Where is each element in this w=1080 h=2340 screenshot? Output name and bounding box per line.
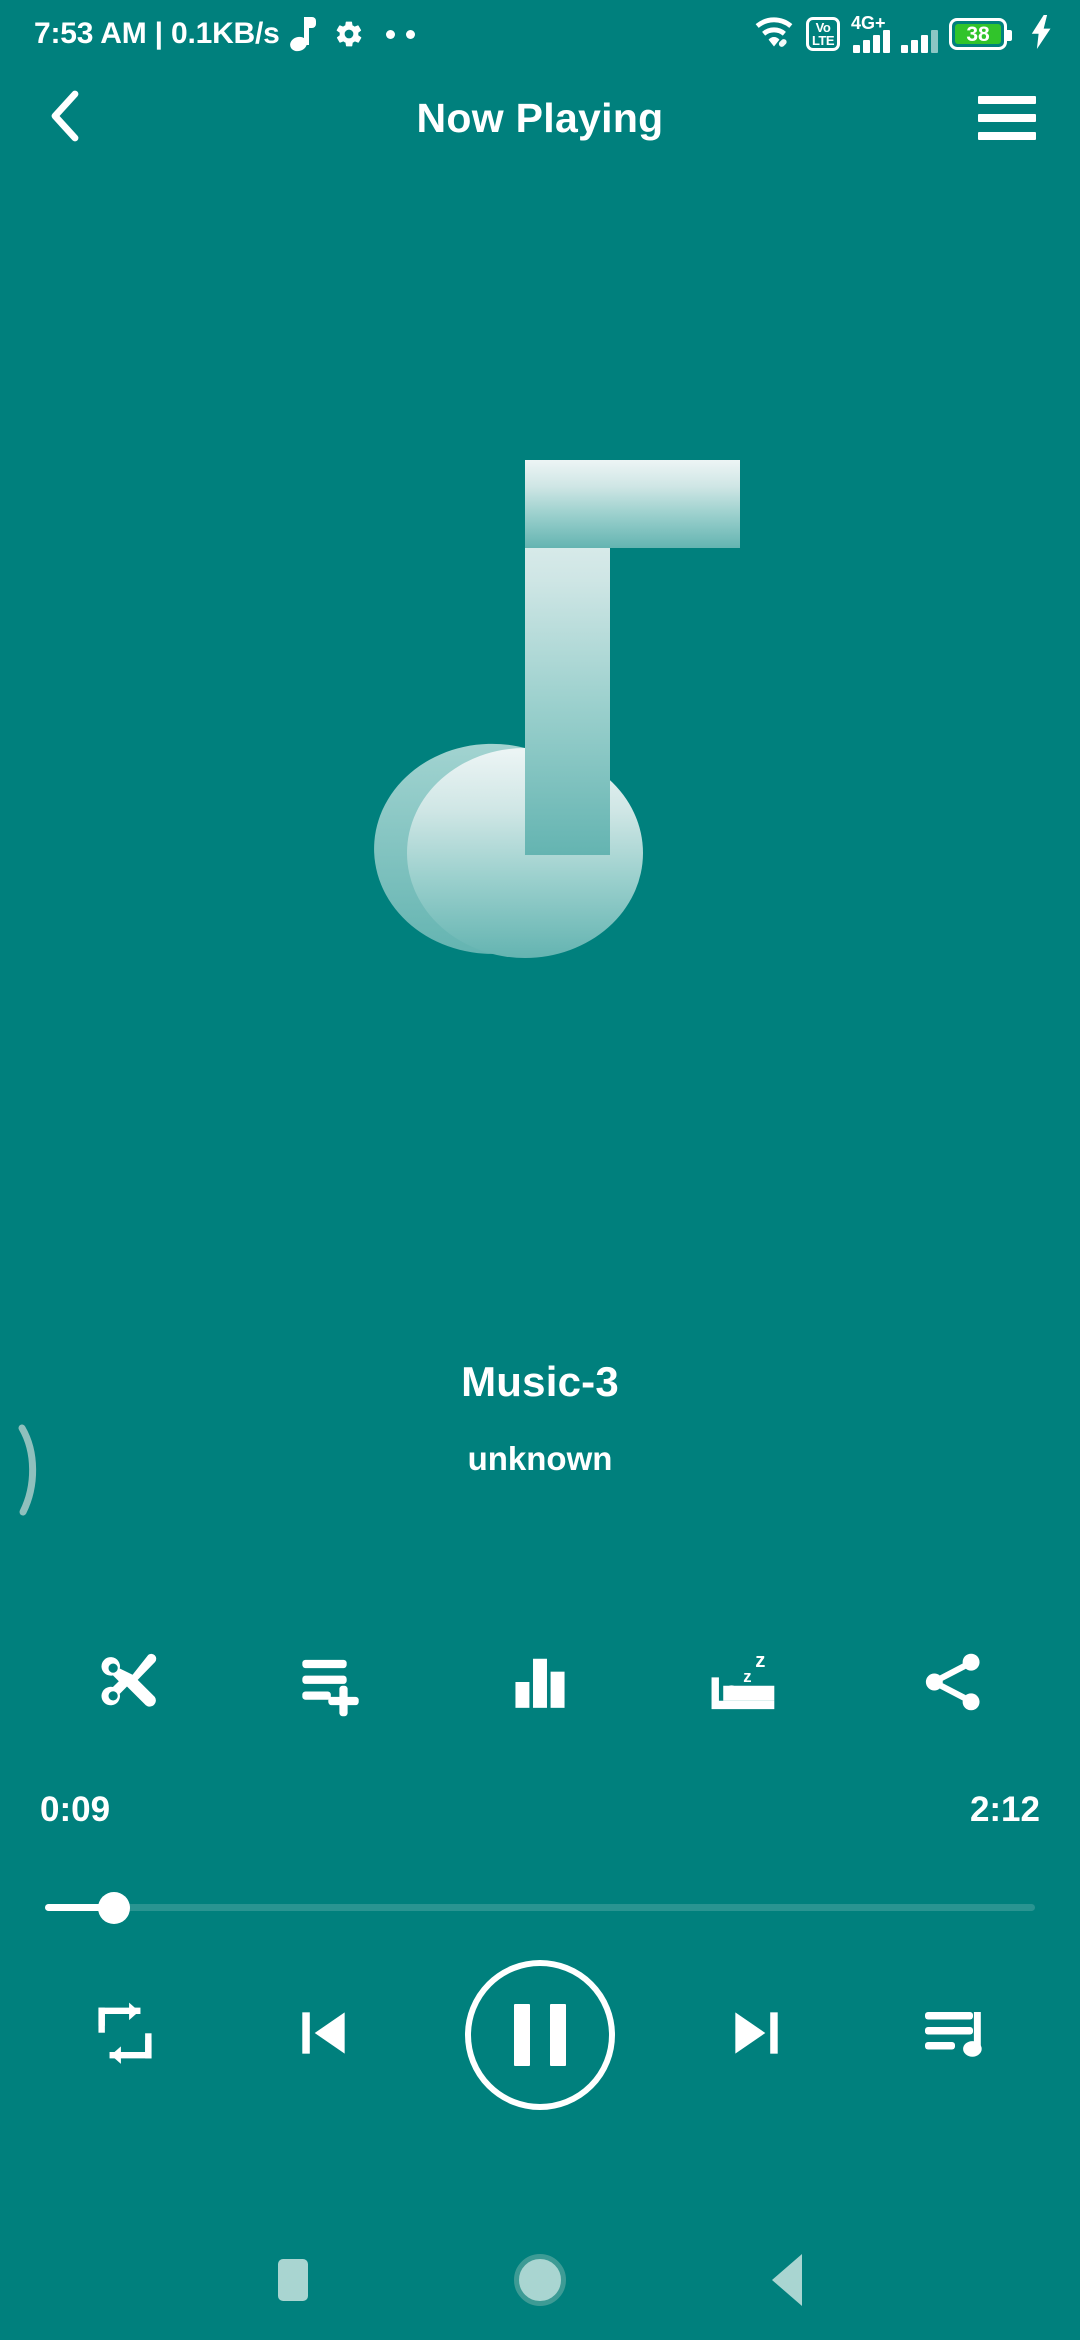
home-circle-icon bbox=[513, 2254, 566, 2306]
hamburger-menu-icon[interactable] bbox=[970, 81, 1044, 155]
time-row: 0:09 2:12 bbox=[0, 1790, 1080, 1830]
recents-square-icon bbox=[278, 2259, 309, 2301]
app-bar: Now Playing bbox=[0, 68, 1080, 168]
music-note-artwork-icon bbox=[340, 460, 740, 1000]
action-row: z z bbox=[0, 1628, 1080, 1740]
add-to-playlist-button[interactable] bbox=[278, 1628, 390, 1740]
status-bar-left: 7:53 AM | 0.1KB/s bbox=[34, 17, 415, 54]
sleep-timer-bed-icon: z z bbox=[706, 1642, 786, 1727]
track-info: Music-3 unknown bbox=[0, 1358, 1080, 1478]
skip-previous-icon bbox=[293, 2002, 355, 2069]
track-artist: unknown bbox=[467, 1440, 613, 1477]
queue-button[interactable] bbox=[897, 1977, 1013, 2093]
share-button[interactable] bbox=[897, 1628, 1009, 1740]
battery-icon: 38 bbox=[949, 18, 1012, 50]
seek-track bbox=[45, 1904, 1035, 1911]
page-title: Now Playing bbox=[416, 94, 664, 141]
svg-text:z: z bbox=[744, 1667, 752, 1686]
signal-bars-icon: 4G+ bbox=[851, 13, 890, 53]
playlist-queue-music-icon bbox=[919, 1997, 991, 2074]
home-button[interactable] bbox=[492, 2232, 588, 2328]
volte-icon: Vo LTE bbox=[806, 17, 840, 51]
back-triangle-icon bbox=[771, 2254, 802, 2306]
system-back-button[interactable] bbox=[739, 2232, 835, 2328]
back-button[interactable] bbox=[30, 81, 104, 155]
album-artwork[interactable] bbox=[0, 180, 1080, 1280]
total-duration-label: 2:12 bbox=[969, 1790, 1040, 1829]
playlist-add-icon bbox=[296, 1644, 372, 1725]
chevron-left-icon bbox=[47, 88, 87, 149]
network-type-label: 4G+ bbox=[851, 13, 886, 33]
play-pause-button[interactable] bbox=[464, 1960, 615, 2110]
battery-level-label: 38 bbox=[955, 24, 1001, 45]
signal-bars-icon-2 bbox=[901, 15, 938, 53]
music-note-icon bbox=[287, 17, 316, 54]
equalizer-button[interactable] bbox=[484, 1628, 596, 1740]
svg-text:z: z bbox=[756, 1650, 766, 1672]
playback-controls bbox=[0, 1960, 1080, 2110]
seek-thumb[interactable] bbox=[98, 1892, 131, 1924]
track-title: Music-3 bbox=[461, 1358, 619, 1405]
charging-bolt-icon bbox=[1030, 14, 1054, 54]
wifi-icon bbox=[753, 15, 795, 54]
next-button[interactable] bbox=[698, 1977, 814, 2093]
seek-bar[interactable] bbox=[45, 1878, 1035, 1938]
two-dots-icon bbox=[385, 29, 415, 39]
status-bar-right: Vo LTE 4G+ 38 bbox=[753, 13, 1054, 54]
previous-button[interactable] bbox=[266, 1977, 382, 2093]
gear-icon bbox=[334, 19, 364, 49]
cut-ringtone-button[interactable] bbox=[71, 1628, 183, 1740]
status-bar: 7:53 AM | 0.1KB/s Vo LTE 4G+ 38 bbox=[0, 0, 1080, 68]
repeat-button[interactable] bbox=[67, 1977, 183, 2093]
elapsed-time-label: 0:09 bbox=[40, 1790, 111, 1829]
android-nav-bar bbox=[0, 2220, 1080, 2340]
scissors-icon bbox=[90, 1645, 164, 1724]
skip-next-icon bbox=[725, 2002, 787, 2069]
repeat-icon bbox=[90, 1998, 160, 2073]
now-playing-screen: 7:53 AM | 0.1KB/s Vo LTE 4G+ 38 Now Play… bbox=[0, 0, 1080, 2340]
status-clock-and-datarate: 7:53 AM | 0.1KB/s bbox=[34, 17, 280, 50]
pause-icon bbox=[513, 2004, 566, 2066]
recents-button[interactable] bbox=[245, 2232, 341, 2328]
share-icon bbox=[918, 1647, 988, 1722]
sleep-timer-button[interactable]: z z bbox=[690, 1628, 802, 1740]
equalizer-icon bbox=[509, 1651, 571, 1718]
